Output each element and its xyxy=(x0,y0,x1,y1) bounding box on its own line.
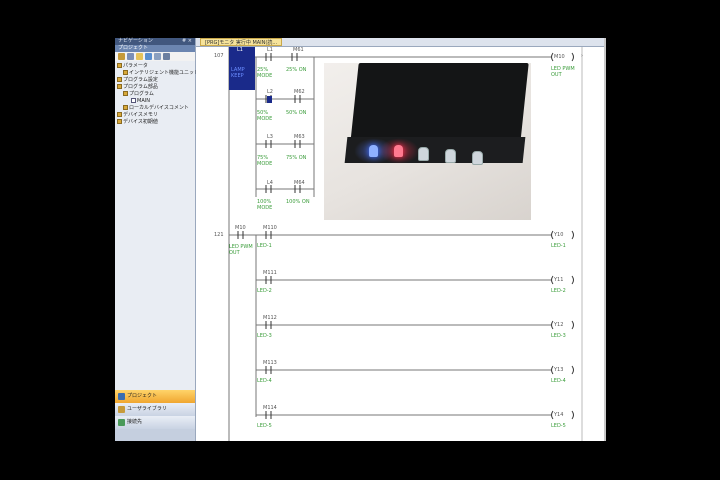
tab-main-monitor[interactable]: [PRG]モニタ 実行中 MAIN(読... xyxy=(200,38,283,46)
coil-comment: LED-4 xyxy=(551,378,566,384)
contact-device[interactable]: M64 xyxy=(294,180,305,186)
contact-comment: 75% MODE xyxy=(257,155,273,167)
contact-comment: 75% ON xyxy=(286,155,307,161)
contact-comment: 25% ON xyxy=(286,67,307,73)
led-2-icon xyxy=(394,145,403,157)
contact-comment: 100% MODE xyxy=(257,199,273,211)
library-icon xyxy=(118,406,125,413)
open-icon[interactable] xyxy=(118,53,125,60)
contact-device[interactable]: M111 xyxy=(263,270,277,276)
program-icon xyxy=(131,98,136,103)
folder-icon xyxy=(117,77,122,82)
contact-device[interactable]: M110 xyxy=(263,225,277,231)
led-3-icon xyxy=(418,147,429,161)
tree-item-parameter[interactable]: パラメータ xyxy=(117,63,148,69)
property-icon[interactable] xyxy=(145,53,152,60)
coil-device[interactable]: Y13 xyxy=(554,367,563,373)
folder-icon xyxy=(117,63,122,68)
nav-button-connection[interactable]: 接続先 xyxy=(115,416,195,429)
tree-item-program[interactable]: プログラム xyxy=(123,91,154,97)
coil-comment: LED-2 xyxy=(551,288,566,294)
contact-comment: LED-5 xyxy=(257,423,272,429)
coil-device[interactable]: Y11 xyxy=(554,277,563,283)
step-number: 107 xyxy=(214,53,224,59)
tree-item-intelligent[interactable]: インテリジェント機能ユニット xyxy=(123,70,199,76)
step-number: 121 xyxy=(214,232,224,238)
coil-comment: LED-5 xyxy=(551,423,566,429)
contact-comment: 100% ON xyxy=(286,199,310,205)
folder-icon xyxy=(117,119,122,124)
contact-comment: 25% MODE xyxy=(257,67,273,79)
folder-icon xyxy=(117,112,122,117)
contact-comment: LED-2 xyxy=(257,288,272,294)
contact-device[interactable]: L2 xyxy=(267,89,273,95)
project-icon xyxy=(118,393,125,400)
contact-device[interactable]: M10 xyxy=(235,225,246,231)
coil-comment: LED-1 xyxy=(551,243,566,249)
tree-item-local-device-comment[interactable]: ローカルデバイスコメント xyxy=(123,105,189,111)
pin-close-icon[interactable]: # × xyxy=(182,38,192,45)
contact-comment: LED-3 xyxy=(257,333,272,339)
contact-comment: 50% ON xyxy=(286,110,307,116)
tree-item-device-memory[interactable]: デバイスメモリ xyxy=(117,112,158,118)
contact-comment: 50% MODE xyxy=(257,110,273,122)
coil-device[interactable]: Y12 xyxy=(554,322,563,328)
contact-device[interactable]: L3 xyxy=(267,134,273,140)
contact-device[interactable]: M112 xyxy=(263,315,277,321)
contact-comment: LED PWM OUT xyxy=(229,244,253,256)
contact-device[interactable]: M62 xyxy=(294,89,305,95)
nav-subtitle: プロジェクト xyxy=(115,45,195,52)
tab-bar: [PRG]モニタ 実行中 MAIN(読... xyxy=(196,38,605,47)
vertical-scrollbar[interactable] xyxy=(604,38,606,441)
contact-device[interactable]: L1 xyxy=(237,47,243,53)
contact-comment: LED-4 xyxy=(257,378,272,384)
folder-icon[interactable] xyxy=(136,53,143,60)
coil-comment: LED PWM OUT xyxy=(551,66,575,78)
navigation-pane: ナビゲーション # × プロジェクト パラメータ インテリジェント機能ユニット … xyxy=(115,38,199,441)
rung-end-marker: › xyxy=(581,53,583,59)
contact-device[interactable]: M114 xyxy=(263,405,277,411)
list-icon[interactable] xyxy=(154,53,161,60)
connection-icon xyxy=(118,419,125,426)
led-1-icon xyxy=(369,145,378,157)
led-5-icon xyxy=(472,151,483,165)
led-4-icon xyxy=(445,149,456,163)
contact-comment: LAMP KEEP xyxy=(231,67,245,79)
folder-icon xyxy=(117,84,122,89)
contact-device[interactable]: M113 xyxy=(263,360,277,366)
led-device-photo xyxy=(324,63,531,220)
tree-item-program-parts[interactable]: プログラム部品 xyxy=(117,84,158,90)
filter-icon[interactable] xyxy=(163,53,170,60)
coil-device[interactable]: M10 xyxy=(554,54,565,60)
coil-comment: LED-3 xyxy=(551,333,566,339)
coil-device[interactable]: Y10 xyxy=(554,232,563,238)
contact-active-marker xyxy=(267,96,272,103)
save-icon[interactable] xyxy=(127,53,134,60)
contact-device[interactable]: L4 xyxy=(267,180,273,186)
coil-device[interactable]: Y14 xyxy=(554,412,563,418)
unit-icon xyxy=(123,70,128,75)
folder-icon xyxy=(123,91,128,96)
contact-comment: LED-1 xyxy=(257,243,272,249)
nav-title: ナビゲーション # × xyxy=(115,38,195,45)
tree-item-device-initial[interactable]: デバイス初期値 xyxy=(117,119,158,125)
nav-button-project[interactable]: プロジェクト xyxy=(115,390,195,403)
comment-icon xyxy=(123,105,128,110)
nav-button-library[interactable]: ユーザライブラリ xyxy=(115,403,195,416)
tree-item-program-setting[interactable]: プログラム設定 xyxy=(117,77,158,83)
contact-device[interactable]: M61 xyxy=(293,47,304,53)
nav-footer xyxy=(115,429,195,441)
contact-device[interactable]: L1 xyxy=(267,47,273,53)
nav-toolbar xyxy=(115,52,195,61)
tree-item-main[interactable]: MAIN xyxy=(131,98,150,104)
contact-device[interactable]: M63 xyxy=(294,134,305,140)
